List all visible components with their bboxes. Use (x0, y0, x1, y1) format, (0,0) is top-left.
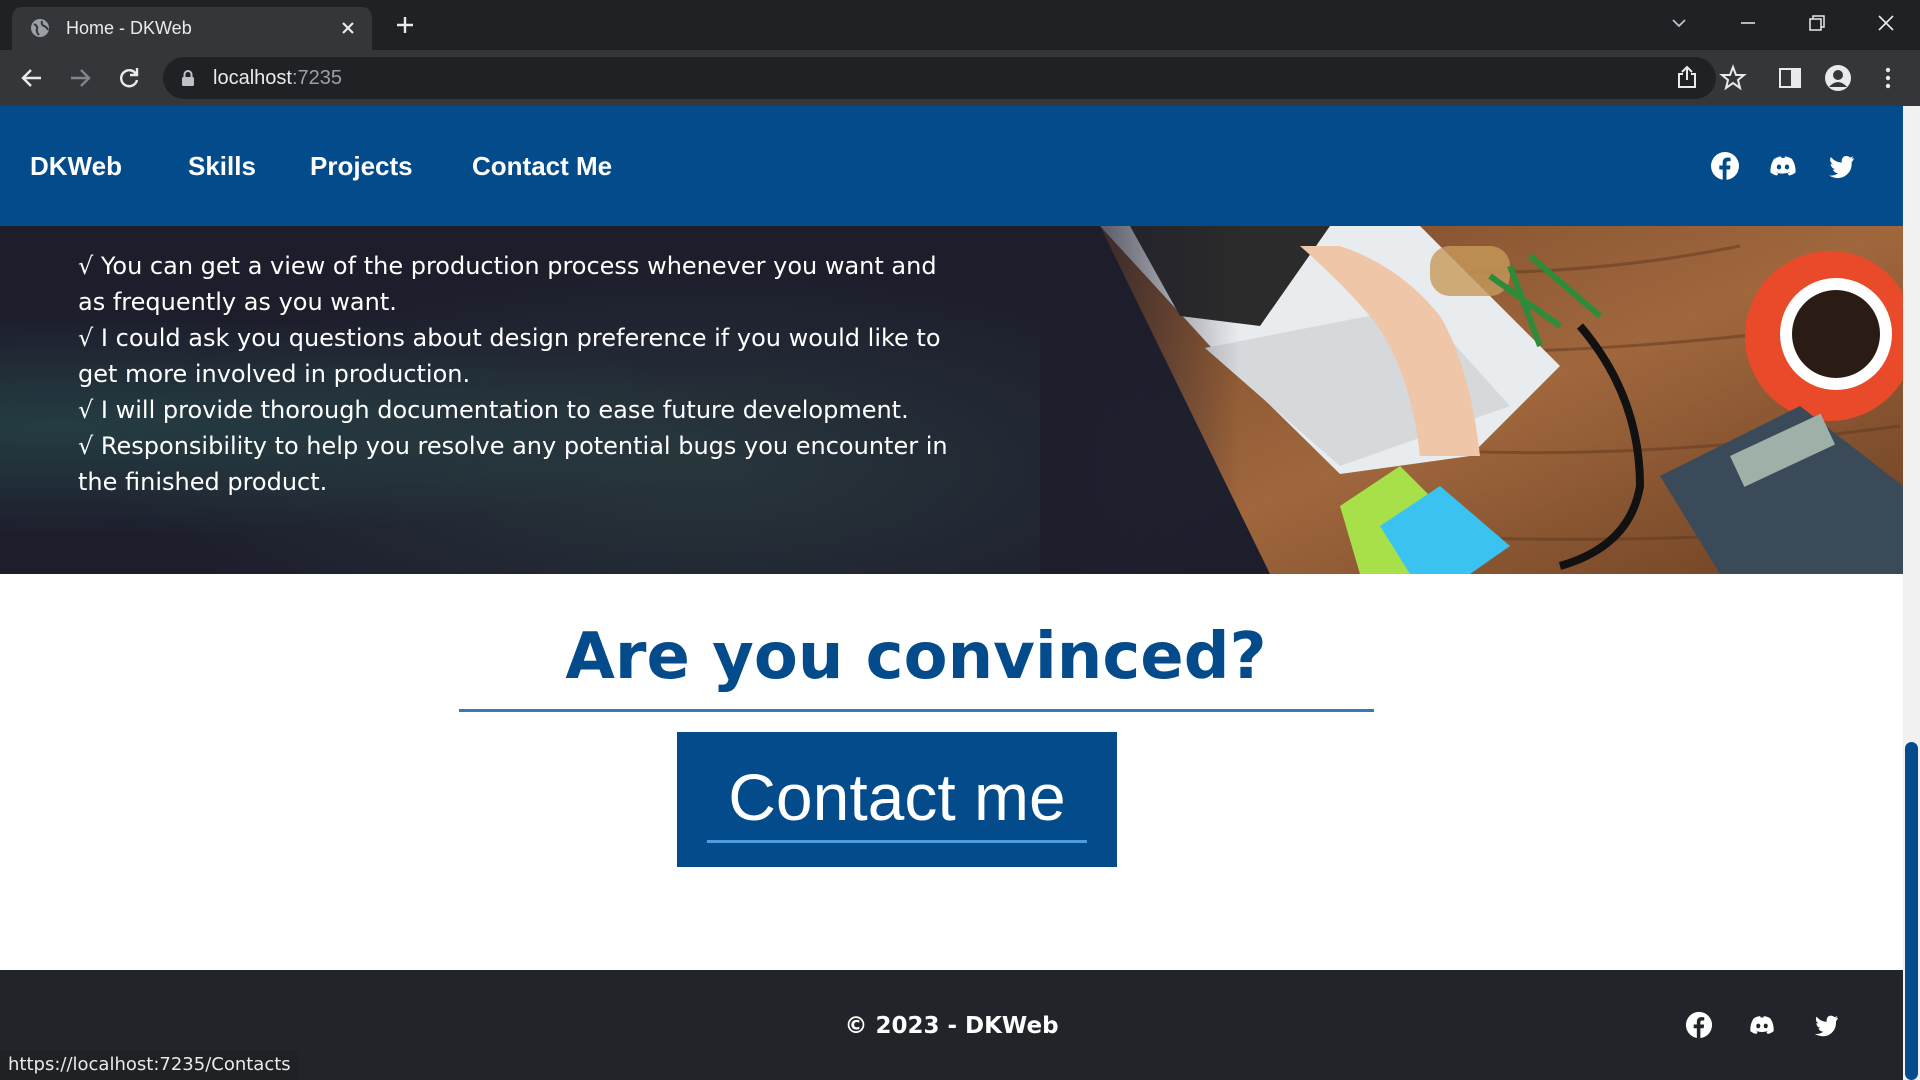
footer-facebook-icon[interactable] (1685, 1011, 1713, 1039)
link-status-bubble: https://localhost:7235/Contacts (0, 1050, 299, 1080)
minimize-icon[interactable] (1735, 10, 1761, 36)
benefit-item: √ I could ask you questions about design… (78, 324, 941, 388)
footer-twitter-icon[interactable] (1812, 1011, 1840, 1039)
profile-icon[interactable] (1824, 64, 1852, 92)
call-to-action-section: Are you convinced? Contact me (0, 574, 1903, 896)
lock-icon[interactable] (179, 69, 197, 87)
benefit-item: √ I will provide thorough documentation … (78, 396, 909, 424)
browser-tab-strip: Home - DKWeb (0, 0, 1920, 50)
address-bar[interactable]: localhost:7235 (163, 57, 1747, 99)
nav-link-contact-me[interactable]: Contact Me (472, 150, 612, 182)
facebook-icon[interactable] (1710, 151, 1740, 181)
discord-icon[interactable] (1768, 151, 1798, 181)
new-tab-icon[interactable] (392, 12, 418, 38)
benefit-item: √ Responsibility to help you resolve any… (78, 432, 948, 496)
browser-toolbar: localhost:7235 (0, 50, 1920, 106)
close-window-icon[interactable] (1873, 10, 1899, 36)
page-scrollbar[interactable] (1903, 106, 1920, 1080)
hero-benefits-section: √ You can get a view of the production p… (0, 226, 1903, 574)
nav-link-skills[interactable]: Skills (188, 150, 256, 182)
share-icon[interactable] (1673, 64, 1701, 92)
cta-divider (459, 709, 1374, 712)
nav-link-projects[interactable]: Projects (310, 150, 413, 182)
benefits-list: √ You can get a view of the production p… (78, 248, 958, 500)
page-viewport: DKWeb Skills Projects Contact Me √ You c… (0, 106, 1920, 1080)
benefit-item: √ You can get a view of the production p… (78, 252, 937, 316)
menu-kebab-icon[interactable] (1874, 64, 1902, 92)
contact-me-button-underline (707, 840, 1087, 843)
footer-copyright: © 2023 - DKWeb (844, 1013, 1059, 1039)
restore-icon[interactable] (1804, 10, 1830, 36)
url-port: :7235 (291, 67, 342, 89)
tab-search-chevron-icon[interactable] (1666, 10, 1692, 36)
twitter-icon[interactable] (1826, 151, 1856, 181)
scrollbar-thumb[interactable] (1905, 742, 1918, 1080)
contact-me-button[interactable]: Contact me (677, 732, 1117, 867)
brand-link[interactable]: DKWeb (30, 150, 122, 182)
back-arrow-icon[interactable] (18, 64, 46, 92)
reload-icon[interactable] (115, 64, 143, 92)
desk-laptop-photo (1040, 226, 1903, 574)
tab-title: Home - DKWeb (66, 18, 192, 38)
url-text[interactable]: localhost:7235 (213, 67, 342, 89)
site-navbar: DKWeb Skills Projects Contact Me (0, 106, 1903, 226)
globe-icon (31, 19, 49, 37)
contact-me-button-label: Contact me (728, 760, 1066, 834)
browser-tab[interactable]: Home - DKWeb (12, 7, 372, 50)
cta-heading: Are you convinced? (565, 620, 1267, 694)
bookmark-star-icon[interactable] (1719, 64, 1747, 92)
close-tab-icon[interactable] (336, 16, 360, 40)
side-panel-icon[interactable] (1776, 64, 1804, 92)
url-host: localhost (213, 67, 292, 89)
forward-arrow-icon[interactable] (66, 64, 94, 92)
footer-discord-icon[interactable] (1748, 1011, 1776, 1039)
